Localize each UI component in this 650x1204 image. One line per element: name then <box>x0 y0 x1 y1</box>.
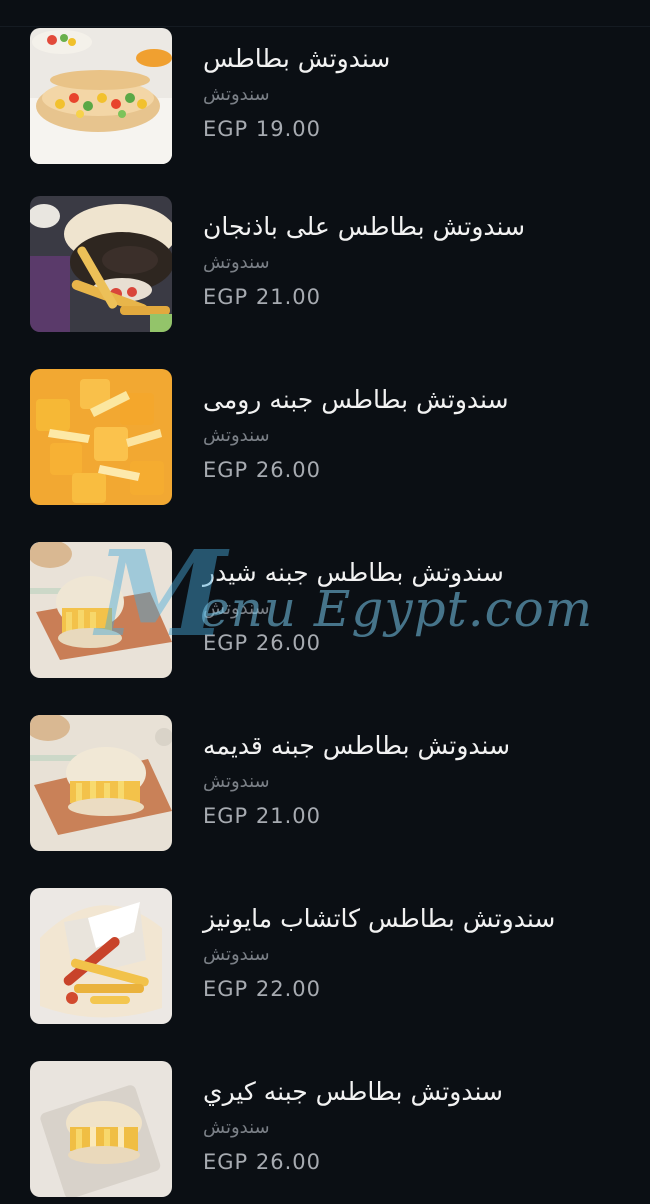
item-name: سندوتش بطاطس <box>203 44 391 73</box>
potato-rumi-cheese-image <box>30 369 172 505</box>
list-item[interactable]: سندوتش بطاطس جبنه شيدر سندوتش EGP 26.00 <box>0 542 650 684</box>
item-info: سندوتش بطاطس على باذنجان سندوتش EGP 21.0… <box>203 196 623 332</box>
top-bar <box>0 0 650 27</box>
item-name: سندوتش بطاطس كاتشاب مايونيز <box>203 904 556 933</box>
item-info: سندوتش بطاطس جبنه كيري سندوتش EGP 26.00 <box>203 1061 623 1197</box>
item-info: سندوتش بطاطس جبنه رومى سندوتش EGP 26.00 <box>203 369 623 505</box>
item-category: سندوتش <box>203 598 270 619</box>
item-name: سندوتش بطاطس جبنه رومى <box>203 385 509 414</box>
item-category: سندوتش <box>203 1117 270 1138</box>
item-price: EGP 19.00 <box>203 117 321 141</box>
item-category: سندوتش <box>203 771 270 792</box>
potato-old-cheese-pita-image <box>30 715 172 851</box>
list-item[interactable]: سندوتش بطاطس سندوتش EGP 19.00 <box>0 28 650 170</box>
item-category: سندوتش <box>203 84 270 105</box>
item-name: سندوتش بطاطس جبنه قديمه <box>203 731 511 760</box>
item-info: سندوتش بطاطس كاتشاب مايونيز سندوتش EGP 2… <box>203 888 623 1024</box>
item-price: EGP 26.00 <box>203 458 321 482</box>
item-category: سندوتش <box>203 944 270 965</box>
list-item[interactable]: سندوتش بطاطس جبنه كيري سندوتش EGP 26.00 <box>0 1061 650 1203</box>
potato-kiri-cheese-pita-image <box>30 1061 172 1197</box>
item-price: EGP 21.00 <box>203 804 321 828</box>
item-price: EGP 26.00 <box>203 631 321 655</box>
item-name: سندوتش بطاطس على باذنجان <box>203 212 526 241</box>
potato-ketchup-mayo-wrap-image <box>30 888 172 1024</box>
item-info: سندوتش بطاطس جبنه قديمه سندوتش EGP 21.00 <box>203 715 623 851</box>
potato-veggie-pita-image <box>30 28 172 164</box>
item-category: سندوتش <box>203 425 270 446</box>
item-category: سندوتش <box>203 252 270 273</box>
item-price: EGP 26.00 <box>203 1150 321 1174</box>
item-price: EGP 22.00 <box>203 977 321 1001</box>
item-name: سندوتش بطاطس جبنه شيدر <box>203 558 504 587</box>
list-item[interactable]: سندوتش بطاطس جبنه رومى سندوتش EGP 26.00 <box>0 369 650 511</box>
list-item[interactable]: سندوتش بطاطس كاتشاب مايونيز سندوتش EGP 2… <box>0 888 650 1030</box>
item-name: سندوتش بطاطس جبنه كيري <box>203 1077 503 1106</box>
list-item[interactable]: سندوتش بطاطس جبنه قديمه سندوتش EGP 21.00 <box>0 715 650 857</box>
item-info: سندوتش بطاطس جبنه شيدر سندوتش EGP 26.00 <box>203 542 623 678</box>
potato-cheddar-pita-image <box>30 542 172 678</box>
item-price: EGP 21.00 <box>203 285 321 309</box>
potato-eggplant-pita-image <box>30 196 172 332</box>
list-item[interactable]: سندوتش بطاطس على باذنجان سندوتش EGP 21.0… <box>0 196 650 338</box>
item-info: سندوتش بطاطس سندوتش EGP 19.00 <box>203 28 623 164</box>
